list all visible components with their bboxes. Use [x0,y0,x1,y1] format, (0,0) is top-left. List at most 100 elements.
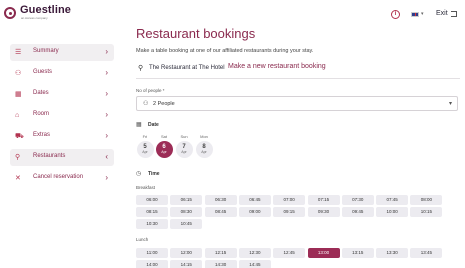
time-slot[interactable]: 12:45 [273,248,306,258]
chevron-down-icon: ▾ [448,101,452,107]
list-icon: ☰ [15,49,22,56]
time-slot[interactable]: 09:30 [307,207,340,218]
date-section-label: Date [148,122,159,128]
date-weekday: Fri [142,134,148,139]
time-slot[interactable]: 10:15 [410,207,443,218]
time-slot[interactable]: 14:30 [204,260,237,268]
logo-mark-icon [4,6,16,19]
close-icon: ✕ [15,175,21,182]
date-option[interactable]: Sun 7 Apr [175,134,193,158]
time-slot[interactable]: 08:30 [170,207,203,218]
calendar-icon: ▦ [136,122,142,128]
cutlery-icon: ⚲ [138,65,144,72]
time-slot[interactable]: 06:00 [136,195,168,205]
calendar-icon: ▦ [15,91,22,98]
people-icon: ⚇ [15,70,22,77]
tab-new-booking[interactable]: Make a new restaurant booking [228,63,326,70]
time-slot[interactable]: 12:00 [170,248,203,258]
time-slot[interactable]: 07:45 [376,195,409,205]
chevron-right-icon: › [105,47,108,56]
cart-icon: ⛟ [15,133,24,140]
date-month: Apr [161,150,167,154]
time-slot[interactable]: 13:45 [410,248,443,258]
info-icon[interactable]: i [391,10,400,19]
time-slot[interactable]: 07:15 [307,195,340,205]
people-label: No of people * [136,88,165,93]
people-select[interactable]: ⚇ 2 People ▾ [136,96,458,111]
time-slot[interactable]: 08:00 [410,195,443,205]
chevron-left-icon: ‹ [105,152,108,161]
date-option[interactable]: Fri 5 Apr [136,134,154,158]
chevron-right-icon: › [105,89,108,98]
time-slot[interactable]: 08:45 [204,207,237,218]
time-slot[interactable]: 14:45 [238,260,271,268]
people-value: 2 People [153,101,175,107]
bed-icon: ⌂ [15,112,20,119]
time-slot[interactable]: 10:00 [376,207,409,218]
time-slot[interactable]: 12:30 [238,248,271,258]
sidebar-item-label: Dates [33,90,49,96]
sidebar-nav: ☰ Summary › ⚇ Guests › ▦ Dates › ⌂ Room … [10,44,114,191]
chevron-right-icon: › [105,173,108,182]
date-weekday: Sat [160,134,167,139]
logo-sub: an Access company [21,16,48,20]
page-title: Restaurant bookings [136,26,256,41]
lunch-label: Lunch [136,237,149,242]
time-slot[interactable]: 07:00 [273,195,306,205]
time-slot[interactable]: 09:00 [238,207,271,218]
sidebar-item-summary[interactable]: ☰ Summary › [10,44,114,61]
date-option[interactable]: Mon 8 Apr [195,134,213,158]
tab-hotel-restaurant[interactable]: The Restaurant at The Hotel [149,65,225,71]
time-slot[interactable]: 09:15 [273,207,306,218]
person-icon: ⚇ [143,101,149,107]
date-month: Apr [181,150,187,154]
divider [136,78,460,79]
time-slot[interactable]: 06:30 [204,195,237,205]
chevron-right-icon: › [105,131,108,140]
time-slot[interactable]: 12:15 [204,248,237,258]
restaurant-tabs: ⚲ The Restaurant at The Hotel Make a new… [136,62,460,76]
time-slot[interactable]: 08:15 [136,207,168,218]
time-slot[interactable]: 07:30 [341,195,374,205]
date-weekday: Mon [200,134,208,139]
chevron-right-icon: › [105,68,108,77]
sidebar-item-label: Guests [33,69,53,75]
guestline-logo[interactable]: Guestline an Access company [4,5,71,20]
sidebar-item-dates[interactable]: ▦ Dates › [10,86,114,103]
flag-uk-icon[interactable] [411,12,419,17]
date-option-selected[interactable]: Sat 6 Apr [155,134,173,158]
date-month: Apr [142,150,148,154]
sidebar-item-label: Room [33,111,50,117]
time-slot[interactable]: 06:45 [238,195,271,205]
sidebar-item-label: Summary [33,48,59,54]
chevron-down-icon[interactable]: ▾ [421,11,424,17]
chevron-right-icon: › [105,110,108,119]
logo-name: Guestline [20,4,72,16]
sidebar-item-restaurants[interactable]: ⚲ Restaurants ‹ [10,149,114,166]
exit-icon[interactable] [451,11,457,17]
breakfast-label: Breakfast [136,185,156,190]
time-slot[interactable]: 13:30 [376,248,409,258]
intro-text: Make a table booking at one of our affil… [136,48,314,54]
time-slot[interactable]: 06:15 [170,195,203,205]
sidebar-item-label: Cancel reservation [33,174,84,180]
date-month: Apr [201,150,207,154]
exit-label[interactable]: Exit [436,10,448,17]
sidebar-item-label: Extras [33,132,51,138]
sidebar-item-guests[interactable]: ⚇ Guests › [10,65,114,82]
cutlery-icon: ⚲ [15,154,21,161]
time-slot[interactable]: 13:15 [341,248,374,258]
sidebar-item-cancel-reservation[interactable]: ✕ Cancel reservation › [10,170,114,187]
time-slot[interactable]: 14:15 [170,260,203,268]
time-slot-selected[interactable]: 13:00 [307,248,340,258]
time-slot[interactable]: 11:00 [136,248,168,258]
time-section-label: Time [148,171,160,177]
sidebar-item-room[interactable]: ⌂ Room › [10,107,114,124]
sidebar-item-extras[interactable]: ⛟ Extras › [10,128,114,145]
sidebar-item-label: Restaurants [33,153,66,159]
time-slot[interactable]: 10:30 [136,219,168,230]
time-slot[interactable]: 10:45 [170,219,203,230]
time-slot[interactable]: 14:00 [136,260,168,268]
date-weekday: Sun [180,134,188,139]
time-slot[interactable]: 09:45 [341,207,374,218]
